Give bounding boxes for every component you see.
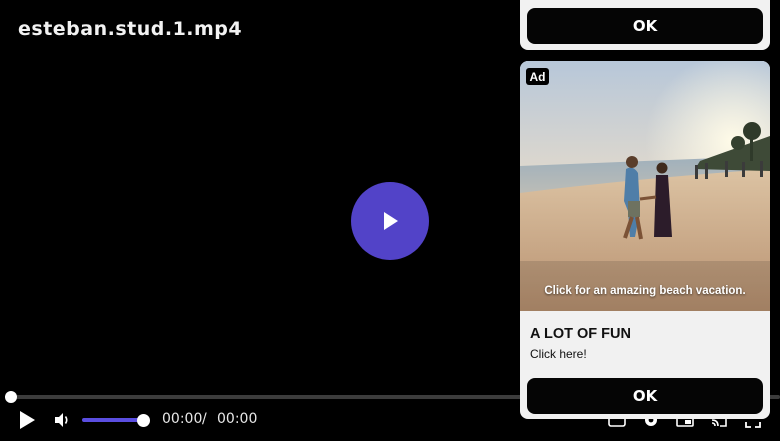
- current-time: 00:00: [162, 411, 203, 427]
- ad-headline: A LOT OF FUN: [530, 326, 631, 342]
- ad-image-caption: Click for an amazing beach vacation.: [544, 285, 746, 297]
- time-separator: /: [202, 411, 207, 427]
- beach-photo: [520, 61, 770, 311]
- big-play-button[interactable]: [351, 182, 429, 260]
- volume-icon: [55, 413, 68, 427]
- volume-knob[interactable]: [137, 414, 150, 427]
- progress-scrubber[interactable]: [5, 391, 17, 403]
- video-title: esteban.stud.1.mp4: [18, 18, 243, 40]
- volume-button[interactable]: [52, 410, 72, 430]
- ad-badge: Ad: [526, 68, 549, 85]
- ad-subtext[interactable]: Click here!: [530, 347, 587, 361]
- play-button[interactable]: [16, 409, 38, 431]
- ad-card[interactable]: Ad Click for an amazing beach vacation. …: [520, 61, 770, 419]
- duration: 00:00: [217, 411, 258, 427]
- play-icon: [384, 212, 398, 230]
- ad-ok-button[interactable]: OK: [527, 378, 763, 414]
- play-icon: [20, 411, 35, 429]
- ad-top-ok-button[interactable]: OK: [527, 8, 763, 44]
- ad-image[interactable]: Ad Click for an amazing beach vacation.: [520, 61, 770, 311]
- volume-slider[interactable]: [82, 418, 144, 422]
